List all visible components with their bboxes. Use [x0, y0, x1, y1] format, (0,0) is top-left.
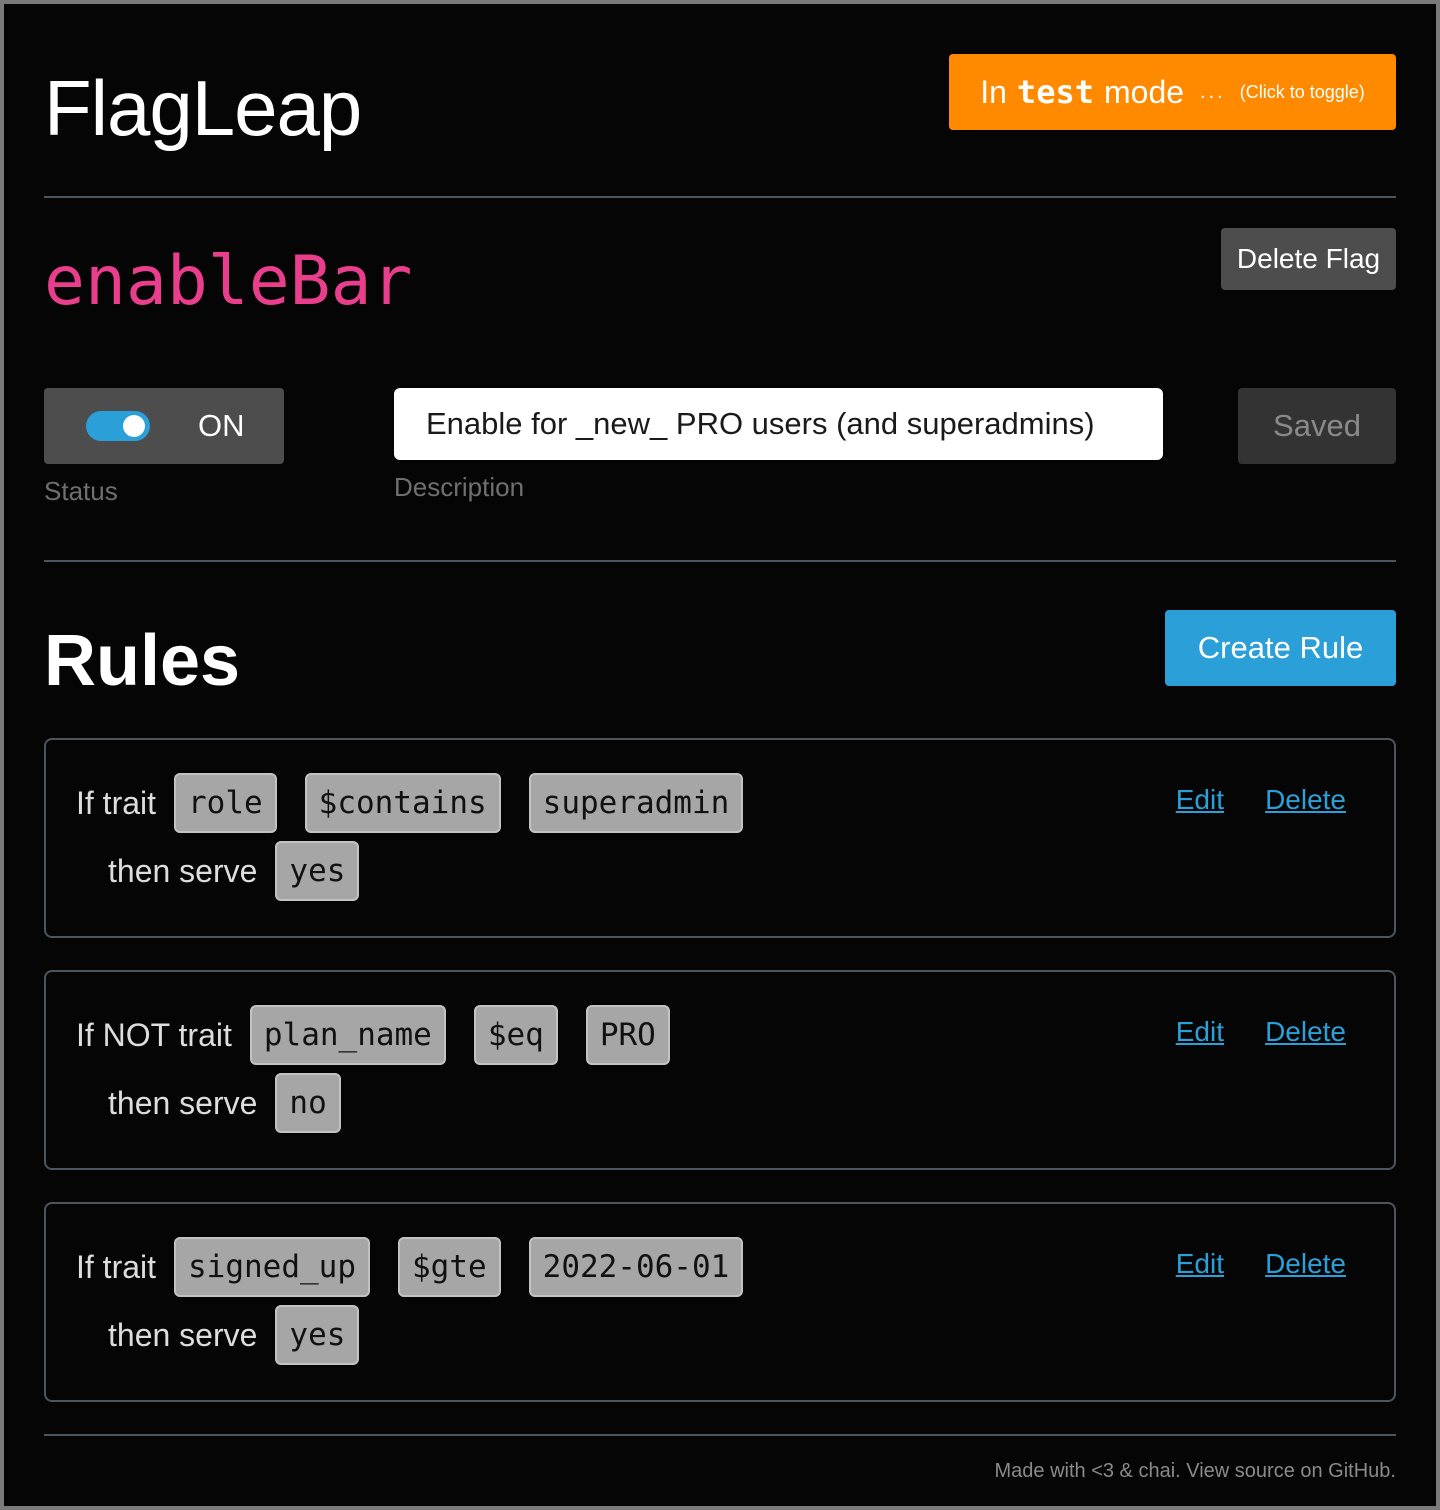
rule-value-chip: PRO — [585, 1005, 670, 1065]
mode-toggle-button[interactable]: In test mode ... (Click to toggle) — [949, 54, 1396, 130]
description-label: Description — [394, 472, 525, 502]
rule-serve: then serve yes — [108, 840, 387, 902]
rule-serve-chip: yes — [275, 841, 360, 901]
page: FlagLeap In test mode ... (Click to togg… — [44, 4, 1396, 1506]
mode-prefix: In — [980, 73, 1007, 110]
app-title: FlagLeap — [44, 64, 362, 152]
rule-serve-chip: yes — [275, 1305, 360, 1365]
rule-edit-link[interactable]: Edit — [1176, 1248, 1224, 1280]
rule-edit-link[interactable]: Edit — [1176, 784, 1224, 816]
rule-prefix: If trait — [76, 784, 157, 821]
flag-divider — [44, 560, 1396, 562]
rule-card: If trait role $contains superadmin then … — [44, 738, 1396, 938]
rule-serve: then serve no — [108, 1072, 369, 1134]
app-frame: FlagLeap In test mode ... (Click to togg… — [4, 4, 1436, 1506]
rule-condition: If trait role $contains superadmin — [76, 772, 771, 834]
rule-delete-link[interactable]: Delete — [1265, 1016, 1346, 1048]
rules-title: Rules — [44, 621, 241, 701]
mode-dots: ... — [1200, 80, 1226, 103]
status-toggle[interactable]: ON — [44, 388, 284, 464]
mode-name: test — [1016, 73, 1094, 111]
header-divider — [44, 196, 1396, 198]
description-input[interactable] — [394, 388, 1163, 460]
status-value: ON — [198, 408, 245, 443]
mode-suffix: mode — [1103, 73, 1185, 110]
rule-prefix: If NOT trait — [76, 1016, 232, 1053]
rule-delete-link[interactable]: Delete — [1265, 1248, 1346, 1280]
rule-card: If trait signed_up $gte 2022-06-01 then … — [44, 1202, 1396, 1402]
rule-serve: then serve yes — [108, 1304, 387, 1366]
mode-hint: (Click to toggle) — [1239, 81, 1365, 102]
rule-value-chip: superadmin — [528, 773, 744, 833]
rule-serve-label: then serve — [108, 1084, 258, 1121]
toggle-knob — [123, 415, 145, 437]
rule-operator-chip: $contains — [304, 773, 501, 833]
rule-trait-chip: role — [174, 773, 277, 833]
rule-delete-link[interactable]: Delete — [1265, 784, 1346, 816]
rule-operator-chip: $gte — [398, 1237, 501, 1297]
status-label: Status — [44, 476, 118, 506]
footer-text[interactable]: Made with <3 & chai. View source on GitH… — [994, 1460, 1396, 1483]
flag-name: enableBar — [44, 242, 413, 321]
rule-edit-link[interactable]: Edit — [1176, 1016, 1224, 1048]
saved-button[interactable]: Saved — [1238, 388, 1396, 464]
rule-trait-chip: signed_up — [174, 1237, 370, 1297]
delete-flag-button[interactable]: Delete Flag — [1221, 228, 1396, 290]
rule-condition: If trait signed_up $gte 2022-06-01 — [76, 1236, 771, 1298]
footer-divider — [44, 1434, 1396, 1436]
rule-serve-label: then serve — [108, 852, 258, 889]
rule-trait-chip: plan_name — [249, 1005, 446, 1065]
rule-operator-chip: $eq — [473, 1005, 558, 1065]
rule-value-chip: 2022-06-01 — [528, 1237, 744, 1297]
rule-condition: If NOT trait plan_name $eq PRO — [76, 1004, 698, 1066]
rule-serve-label: then serve — [108, 1316, 258, 1353]
rule-prefix: If trait — [76, 1248, 157, 1285]
rule-serve-chip: no — [275, 1073, 341, 1133]
create-rule-button[interactable]: Create Rule — [1165, 610, 1396, 686]
toggle-switch[interactable] — [86, 411, 150, 441]
rule-card: If NOT trait plan_name $eq PRO then serv… — [44, 970, 1396, 1170]
